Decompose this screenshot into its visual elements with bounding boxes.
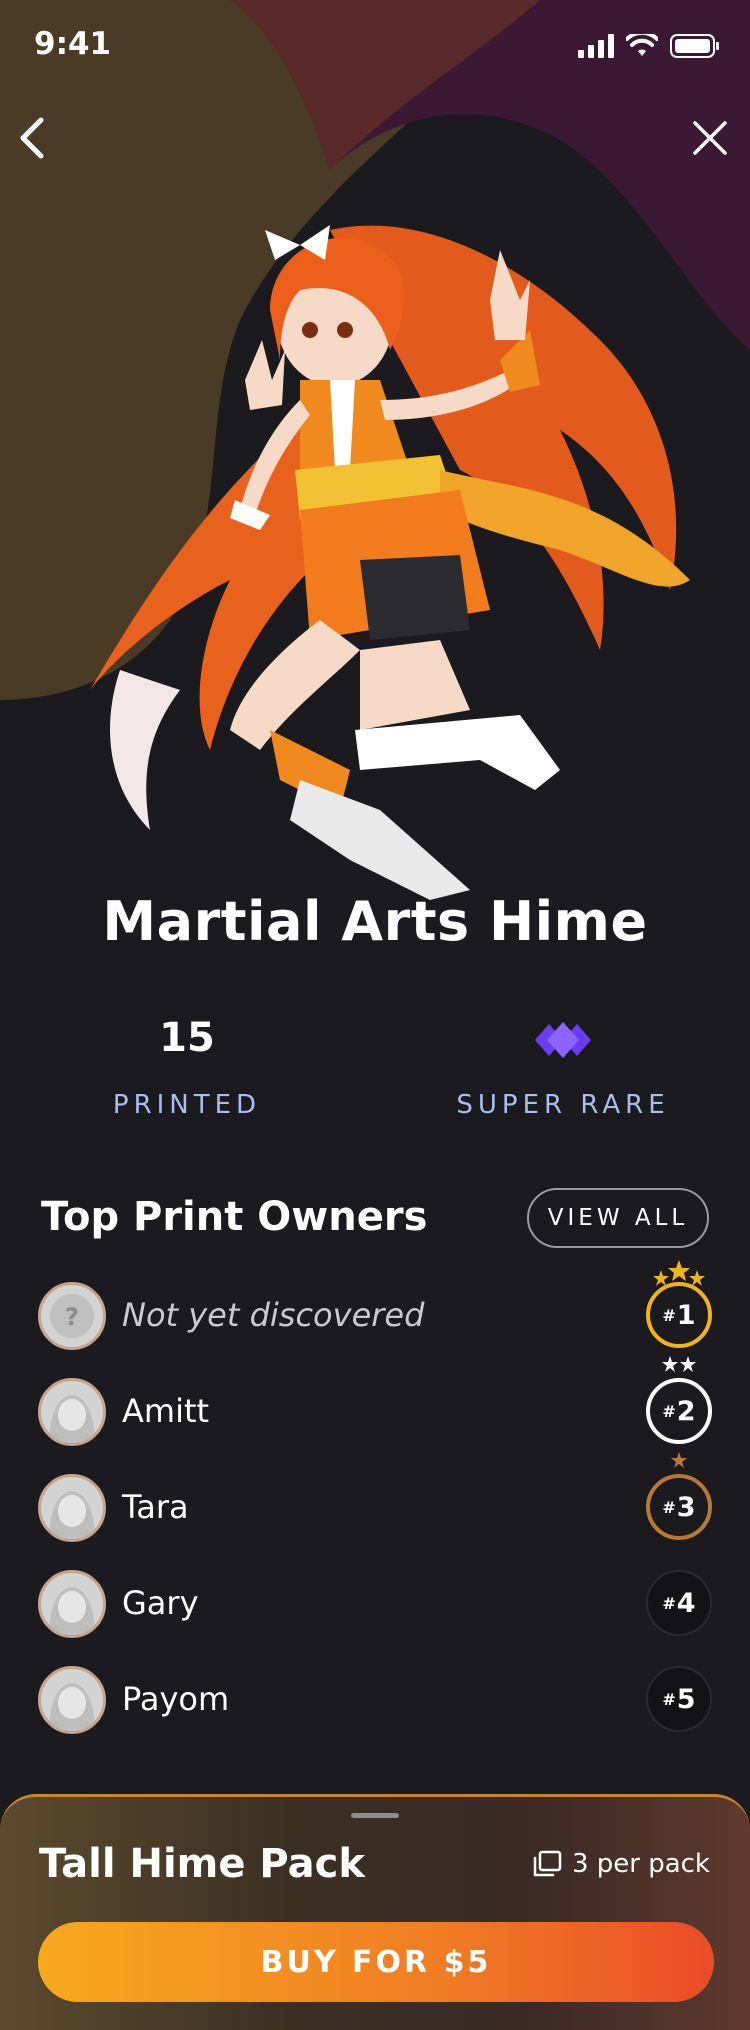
sheet-drag-handle[interactable]	[351, 1813, 399, 1818]
cards-stack-icon	[533, 1850, 562, 1877]
owner-row[interactable]: Payom #5	[38, 1666, 712, 1736]
printed-label: PRINTED	[112, 1090, 262, 1120]
pack-sheet: Tall Hime Pack 3 per pack BUY FOR $5	[0, 1794, 750, 2030]
character-illustration	[90, 225, 690, 900]
avatar	[38, 1378, 106, 1446]
printed-stat: 15 PRINTED	[37, 1010, 337, 1120]
wifi-icon	[626, 34, 658, 56]
card-title: Martial Arts Hime	[102, 890, 648, 953]
rank-badge-silver: #2	[646, 1356, 712, 1444]
owner-row[interactable]: ? Not yet discovered #1	[38, 1260, 712, 1352]
pack-count: 3 per pack	[532, 1849, 710, 1879]
rarity-stat: SUPER RARE	[413, 1010, 713, 1120]
chevron-left-icon	[20, 117, 44, 159]
owner-row[interactable]: Tara #3	[38, 1452, 712, 1544]
svg-text:?: ?	[65, 1303, 79, 1331]
view-all-button[interactable]: VIEW ALL	[527, 1188, 709, 1248]
owner-name: Not yet discovered	[122, 1296, 425, 1334]
status-icons	[578, 32, 720, 60]
close-button[interactable]	[680, 108, 740, 168]
owner-name: Amitt	[122, 1392, 210, 1430]
avatar	[38, 1474, 106, 1542]
owner-row[interactable]: Amitt #2	[38, 1356, 712, 1448]
avatar: ?	[38, 1282, 106, 1350]
rarity-gem-icon	[413, 1010, 713, 1066]
pack-title: Tall Hime Pack	[39, 1841, 365, 1887]
owner-name: Tara	[122, 1488, 189, 1526]
rank-badge-gold: #1	[646, 1260, 712, 1348]
printed-count: 15	[159, 1015, 215, 1061]
two-stars-icon	[662, 1356, 696, 1372]
rank-badge: #4	[646, 1570, 712, 1636]
owner-name: Gary	[122, 1584, 199, 1622]
avatar	[38, 1570, 106, 1638]
back-button[interactable]	[2, 108, 62, 168]
three-stars-icon	[653, 1260, 705, 1286]
star-icon	[671, 1452, 687, 1468]
signal-icon	[578, 34, 614, 58]
status-bar: 9:41	[0, 0, 750, 90]
status-time: 9:41	[34, 26, 112, 62]
battery-icon	[670, 34, 719, 58]
rank-badge-bronze: #3	[646, 1452, 712, 1540]
rarity-label: SUPER RARE	[456, 1090, 670, 1120]
avatar	[38, 1666, 106, 1734]
per-pack-label: 3 per pack	[571, 1849, 710, 1879]
buy-button[interactable]: BUY FOR $5	[38, 1922, 714, 2002]
owner-row[interactable]: Gary #4	[38, 1570, 712, 1640]
owner-name: Payom	[122, 1680, 230, 1718]
section-title: Top Print Owners	[41, 1194, 428, 1240]
close-icon	[693, 121, 727, 155]
rank-badge: #5	[646, 1666, 712, 1732]
